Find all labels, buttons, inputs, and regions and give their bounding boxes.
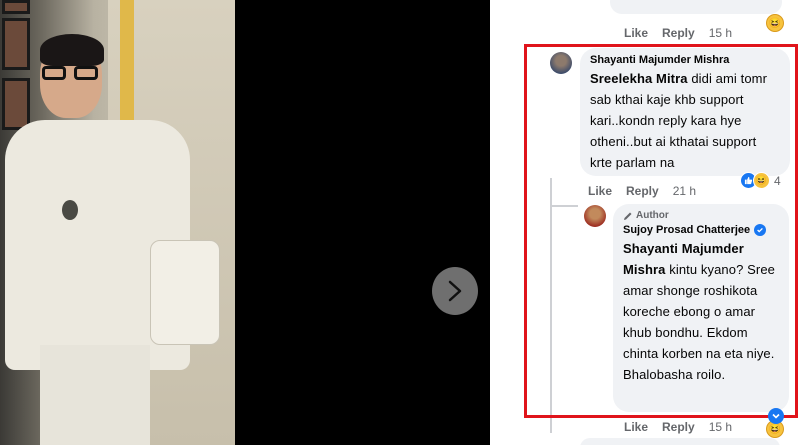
avatar[interactable] <box>550 52 572 74</box>
previous-comment-actions: Like Reply 15 h <box>624 26 746 40</box>
reply-link[interactable]: Reply <box>662 420 695 434</box>
reaction-count: 4 <box>774 173 781 188</box>
chevron-down-icon <box>772 413 780 419</box>
like-link[interactable]: Like <box>624 420 648 434</box>
haha-reaction-icon: 😆 <box>766 14 784 32</box>
reply-link[interactable]: Reply <box>626 184 659 198</box>
verified-badge-icon <box>754 224 767 236</box>
scroll-down-button[interactable] <box>768 408 784 424</box>
previous-comment-bubble <box>610 0 782 14</box>
haha-reaction-icon: 😆 <box>753 172 770 189</box>
next-photo-button[interactable] <box>432 267 478 315</box>
comment-timestamp: 15 h <box>708 26 733 40</box>
photo-wall-frame <box>2 0 30 14</box>
reply-link[interactable]: Reply <box>662 26 695 40</box>
author-badge: Author <box>623 210 779 221</box>
avatar[interactable] <box>584 205 606 227</box>
comment-author[interactable]: Shayanti Majumder Mishra <box>590 54 780 66</box>
comment-body: kintu kyano? Sree amar shonge roshikota … <box>623 262 775 382</box>
post-photo <box>0 0 235 445</box>
comment-text: Shayanti Majumder Mishra kintu kyano? Sr… <box>623 238 779 385</box>
photo-pendant <box>62 200 78 220</box>
reply-comment-actions: Like Reply 15 h <box>624 420 746 434</box>
photo-person-hair <box>40 34 104 66</box>
like-link[interactable]: Like <box>588 184 612 198</box>
chevron-right-icon <box>448 280 462 302</box>
comment-text: Sreelekha Mitra didi ami tomr sab kthai … <box>590 68 780 173</box>
photo-person-pants <box>40 345 150 445</box>
comment-bubble: Shayanti Majumder Mishra Sreelekha Mitra… <box>580 48 790 176</box>
next-comment-bubble <box>580 438 780 445</box>
photo-curtain <box>120 0 134 120</box>
comment-reactions[interactable]: 😆 4 <box>740 172 781 189</box>
photo-wall-frame <box>2 18 30 70</box>
reply-bubble: Author Sujoy Prosad Chatterjee Shayanti … <box>613 204 789 412</box>
comment-timestamp: 15 h <box>708 420 733 434</box>
comment-timestamp: 21 h <box>672 184 697 198</box>
comment-author[interactable]: Sujoy Prosad Chatterjee <box>623 224 750 236</box>
author-badge-label: Author <box>636 210 669 221</box>
photo-person-glasses <box>42 66 100 80</box>
pencil-icon <box>624 212 632 220</box>
like-link[interactable]: Like <box>624 26 648 40</box>
photo-tote-bag <box>150 240 220 345</box>
mention-link[interactable]: Sreelekha Mitra <box>590 71 688 86</box>
comment-actions: Like Reply 21 h <box>588 184 710 198</box>
photo-wall-frame <box>2 78 30 130</box>
